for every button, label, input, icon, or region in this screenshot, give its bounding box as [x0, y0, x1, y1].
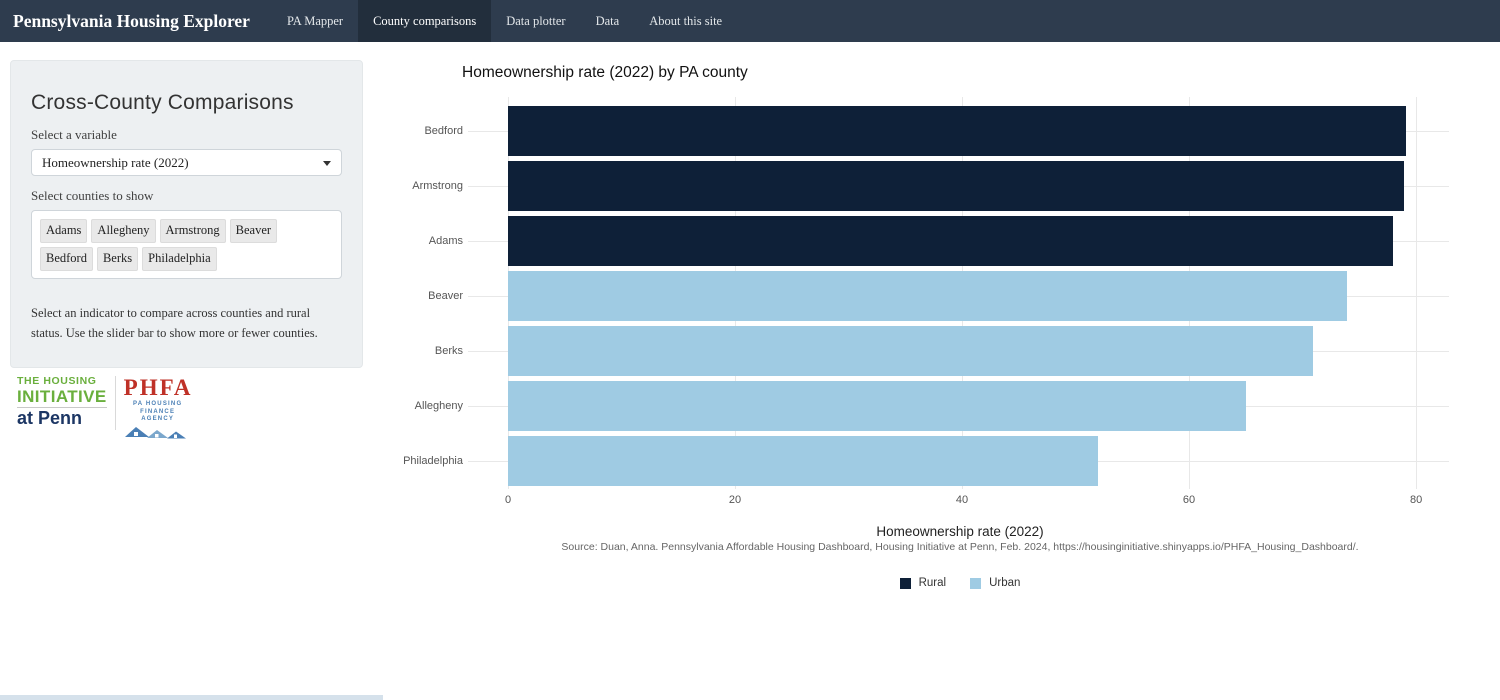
housing-initiative-logo: THE HOUSING INITIATIVE at Penn [17, 376, 116, 430]
bar-allegheny[interactable] [508, 381, 1246, 431]
legend-item-urban[interactable]: Urban [970, 577, 1020, 589]
x-tick-label: 80 [1410, 494, 1422, 506]
y-tick-label: Bedford [424, 125, 463, 137]
legend-swatch-icon [970, 578, 981, 589]
county-token[interactable]: Allegheny [91, 219, 155, 243]
chevron-down-icon [323, 161, 331, 166]
tab-about-this-site[interactable]: About this site [634, 0, 737, 42]
plot-area: BedfordArmstrongAdamsBeaverBerksAlleghen… [508, 97, 1449, 489]
top-navbar: Pennsylvania Housing Explorer PA Mapper … [0, 0, 1500, 42]
phfa-logo-subtext: PA HOUSING FINANCE AGENCY [124, 401, 192, 424]
bar-row: Armstrong [508, 158, 1449, 213]
panel-help-text: Select an indicator to compare across co… [31, 303, 342, 343]
county-token[interactable]: Beaver [230, 219, 277, 243]
y-tick-label: Allegheny [415, 400, 463, 412]
page: Pennsylvania Housing Explorer PA Mapper … [0, 0, 1500, 700]
bar-row: Bedford [508, 103, 1449, 158]
county-token[interactable]: Adams [40, 219, 87, 243]
panel-title: Cross-County Comparisons [31, 91, 342, 115]
bar-row: Berks [508, 324, 1449, 379]
counties-select-label: Select counties to show [31, 188, 342, 204]
sidebar-panel: Cross-County Comparisons Select a variab… [10, 60, 363, 368]
phfa-logo: PHFA PA HOUSING FINANCE AGENCY [124, 376, 192, 444]
x-axis-ticks: 0 20 40 60 80 [508, 494, 1449, 508]
hip-logo-line1: THE HOUSING [17, 376, 107, 388]
legend-swatch-icon [900, 578, 911, 589]
x-tick-label: 40 [956, 494, 968, 506]
x-tick-label: 20 [729, 494, 741, 506]
y-tick-label: Armstrong [412, 180, 463, 192]
variable-select-value: Homeownership rate (2022) [42, 155, 189, 170]
hip-logo-line3: at Penn [17, 408, 107, 430]
y-tick-label: Berks [435, 345, 463, 357]
legend-label: Rural [919, 577, 946, 589]
chart-title: Homeownership rate (2022) by PA county [462, 64, 748, 82]
bar-row: Beaver [508, 268, 1449, 323]
tab-data[interactable]: Data [581, 0, 635, 42]
next-panel-edge [0, 695, 383, 700]
x-tick-label: 0 [505, 494, 511, 506]
x-tick-label: 60 [1183, 494, 1195, 506]
phfa-rooftops-icon [125, 424, 191, 439]
y-tick-label: Adams [429, 235, 463, 247]
app-title: Pennsylvania Housing Explorer [0, 0, 272, 42]
county-token-list[interactable]: AdamsAlleghenyArmstrongBeaver BedfordBerk… [31, 210, 342, 279]
bar-beaver[interactable] [508, 271, 1347, 321]
bar-armstrong[interactable] [508, 161, 1404, 211]
county-token[interactable]: Armstrong [160, 219, 226, 243]
legend-item-rural[interactable]: Rural [900, 577, 946, 589]
bar-adams[interactable] [508, 216, 1393, 266]
bar-row: Philadelphia [508, 434, 1449, 489]
county-token[interactable]: Bedford [40, 247, 93, 271]
y-tick-label: Philadelphia [403, 455, 463, 467]
bar-philadelphia[interactable] [508, 436, 1098, 486]
bar-berks[interactable] [508, 326, 1313, 376]
county-token[interactable]: Philadelphia [142, 247, 217, 271]
tab-county-comparisons[interactable]: County comparisons [358, 0, 491, 42]
variable-select-label: Select a variable [31, 127, 342, 143]
chart-legend: Rural Urban [420, 577, 1500, 589]
bar-bedford[interactable] [508, 106, 1406, 156]
source-note: Source: Duan, Anna. Pennsylvania Afforda… [420, 541, 1500, 553]
bar-rows: BedfordArmstrongAdamsBeaverBerksAlleghen… [508, 103, 1449, 489]
phfa-logo-acronym: PHFA [124, 376, 192, 399]
legend-label: Urban [989, 577, 1020, 589]
x-axis-label: Homeownership rate (2022) [420, 524, 1500, 539]
footer-logos: THE HOUSING INITIATIVE at Penn PHFA PA H… [17, 376, 192, 444]
bar-row: Adams [508, 213, 1449, 268]
variable-select[interactable]: Homeownership rate (2022) [31, 149, 342, 176]
nav-tabs: PA Mapper County comparisons Data plotte… [272, 0, 737, 42]
tab-pa-mapper[interactable]: PA Mapper [272, 0, 358, 42]
hip-logo-line2: INITIATIVE [17, 388, 107, 409]
bar-row: Allegheny [508, 379, 1449, 434]
y-tick-label: Beaver [428, 290, 463, 302]
tab-data-plotter[interactable]: Data plotter [491, 0, 580, 42]
county-token[interactable]: Berks [97, 247, 138, 271]
